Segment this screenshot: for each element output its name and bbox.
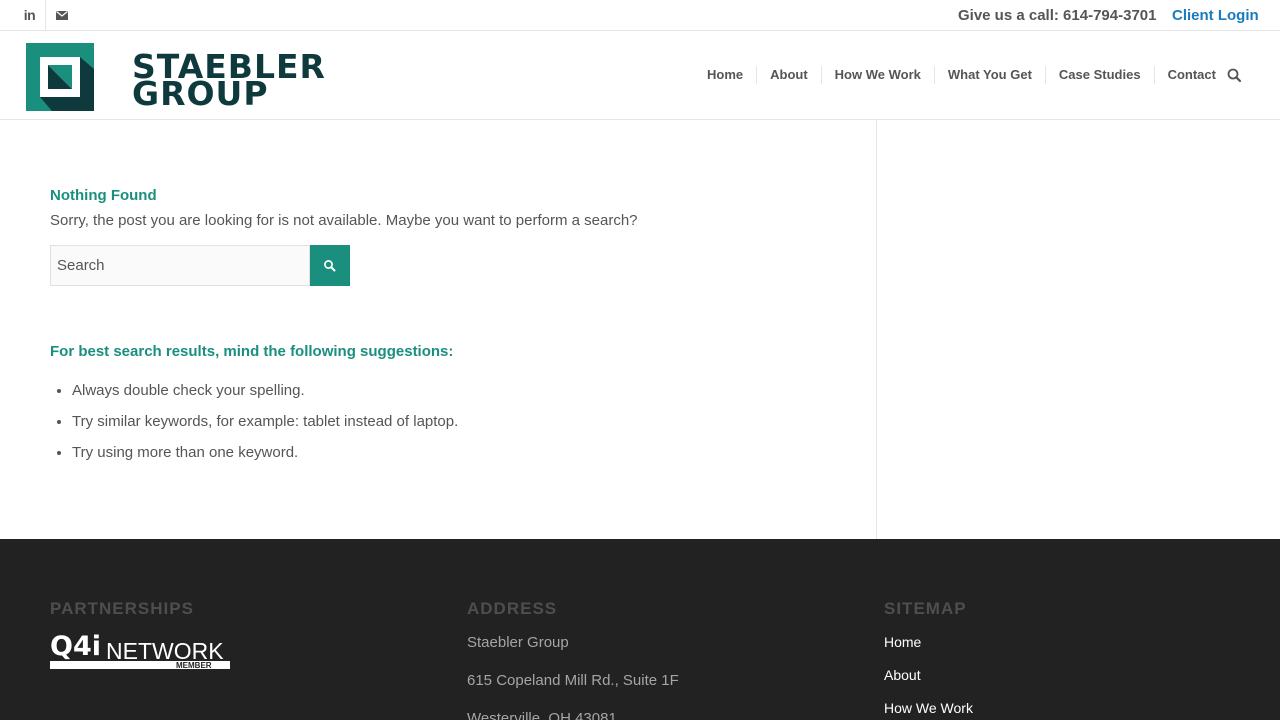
- main-nav: Home About How We Work What You Get Case…: [694, 62, 1229, 88]
- nav-item-home[interactable]: Home: [694, 66, 756, 84]
- suggestions-list: Always double check your spelling. Try s…: [72, 381, 458, 474]
- mail-icon-glyph: [56, 10, 68, 20]
- sitemap-link-home[interactable]: Home: [884, 632, 973, 652]
- partner-logo-sub: MEMBER: [176, 661, 212, 670]
- list-item: Try similar keywords, for example: table…: [72, 412, 458, 443]
- list-item: Try using more than one keyword.: [72, 443, 458, 474]
- not-found-message: Sorry, the post you are looking for is n…: [50, 212, 638, 229]
- main-content: Nothing Found Sorry, the post you are lo…: [0, 120, 1280, 539]
- mail-icon[interactable]: [46, 0, 78, 30]
- partner-logo-mark: Q4i: [50, 631, 101, 662]
- list-item: Always double check your spelling.: [72, 381, 458, 412]
- nav-item-how-we-work[interactable]: How We Work: [820, 66, 934, 84]
- top-utility-bar: in Give us a call: 614-794-3701 Client L…: [0, 0, 1280, 31]
- client-login-link[interactable]: Client Login: [1172, 7, 1259, 24]
- sitemap-link-about[interactable]: About: [884, 665, 973, 685]
- footer-partnerships: PARTNERSHIPS Q4i NETWORK MEMBER: [50, 599, 230, 676]
- q4i-network-member-logo[interactable]: Q4i NETWORK MEMBER: [50, 631, 230, 671]
- search-button-icon: [324, 259, 336, 271]
- logo-mark-icon: [26, 43, 94, 111]
- linkedin-icon[interactable]: in: [14, 0, 46, 30]
- address-line: 615 Copeland Mill Rd., Suite 1F: [467, 672, 679, 689]
- page-title: Nothing Found: [50, 187, 157, 204]
- sitemap-link-how-we-work[interactable]: How We Work: [884, 698, 973, 718]
- site-footer: PARTNERSHIPS Q4i NETWORK MEMBER ADDRESS …: [0, 539, 1280, 720]
- search-icon[interactable]: [1226, 67, 1244, 85]
- search-button[interactable]: [310, 245, 350, 286]
- social-links: in: [14, 0, 78, 30]
- partnerships-heading: PARTNERSHIPS: [50, 599, 194, 618]
- search-form: [50, 245, 350, 286]
- sitemap-heading: SITEMAP: [884, 599, 967, 618]
- sidebar-divider: [876, 120, 877, 539]
- search-input[interactable]: [50, 245, 310, 286]
- nav-item-about[interactable]: About: [756, 66, 821, 84]
- footer-sitemap: SITEMAP Home About How We Work: [884, 599, 973, 718]
- staebler-group-logo[interactable]: STAEBLER GROUP: [26, 42, 325, 111]
- address-line: Staebler Group: [467, 634, 569, 651]
- nav-item-contact[interactable]: Contact: [1153, 66, 1229, 84]
- logo-wordmark: STAEBLER GROUP: [132, 50, 326, 110]
- address-heading: ADDRESS: [467, 599, 558, 618]
- suggestions-heading: For best search results, mind the follow…: [50, 343, 454, 360]
- nav-item-case-studies[interactable]: Case Studies: [1044, 66, 1154, 84]
- site-header: STAEBLER GROUP Home About How We Work Wh…: [0, 31, 1280, 120]
- address-line: Westerville, OH 43081: [467, 710, 617, 720]
- phone-number: Give us a call: 614-794-3701: [958, 7, 1157, 24]
- nav-item-what-you-get[interactable]: What You Get: [933, 66, 1045, 84]
- footer-address: ADDRESS Staebler Group 615 Copeland Mill…: [467, 599, 679, 720]
